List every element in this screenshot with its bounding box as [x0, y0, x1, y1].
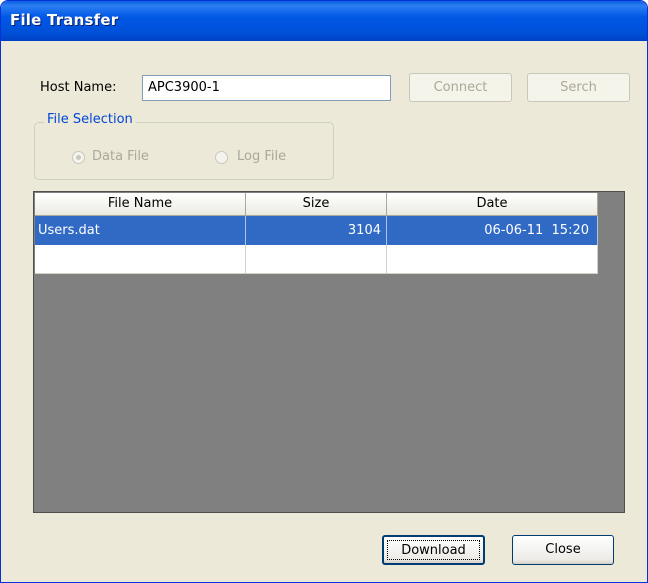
connect-button[interactable]: Connect — [409, 73, 512, 102]
column-header-date[interactable]: Date — [387, 193, 598, 216]
data-file-label: Data File — [92, 149, 149, 164]
log-file-radio[interactable] — [215, 151, 228, 164]
window-title: File Transfer — [10, 11, 119, 29]
cell-date: 06-06-11 15:20 — [387, 216, 598, 245]
search-button[interactable]: Serch — [527, 73, 630, 102]
download-button[interactable]: Download — [382, 535, 485, 565]
focus-rectangle — [387, 540, 480, 560]
file-list[interactable]: File Name Size Date Users.dat 3104 06-06… — [33, 191, 625, 513]
cell-empty — [387, 245, 598, 274]
file-selection-title: File Selection — [44, 112, 136, 127]
file-transfer-window: File Transfer Host Name: APC3900-1 Conne… — [0, 0, 648, 583]
host-name-label: Host Name: — [40, 80, 117, 95]
column-header-size[interactable]: Size — [246, 193, 387, 216]
log-file-label: Log File — [237, 149, 287, 164]
host-name-input[interactable]: APC3900-1 — [142, 75, 391, 101]
cell-empty — [246, 245, 387, 274]
cell-file-name: Users.dat — [35, 216, 246, 245]
radio-selected-dot — [76, 155, 81, 160]
cell-empty — [35, 245, 246, 274]
data-file-radio[interactable] — [72, 151, 85, 164]
column-header-file-name[interactable]: File Name — [35, 193, 246, 216]
title-bar[interactable]: File Transfer — [1, 1, 647, 41]
close-button[interactable]: Close — [512, 535, 614, 565]
cell-size: 3104 — [246, 216, 387, 245]
